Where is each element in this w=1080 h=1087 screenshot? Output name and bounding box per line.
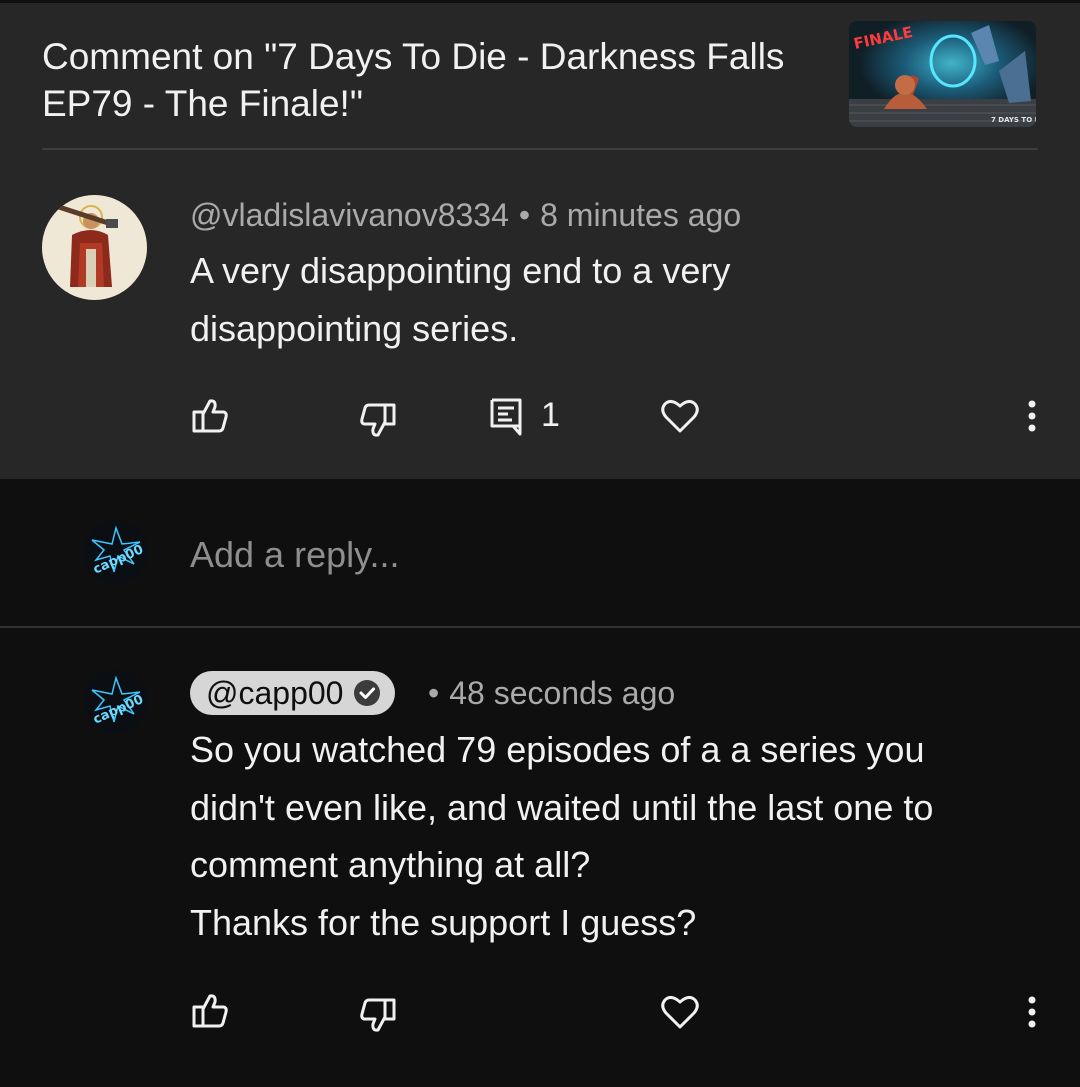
comment-line: A very disappointing end to a very [190,250,731,291]
avatar[interactable]: capp00 [84,670,148,734]
reply-count[interactable]: 1 [541,395,560,435]
more-icon [1028,400,1036,432]
more-icon [1028,996,1036,1028]
video-thumbnail[interactable]: FINALE 7 DAYS TO DIE [849,21,1036,127]
like-button[interactable] [186,391,234,439]
reply-input[interactable]: Add a reply... [190,533,399,577]
comment-meta: • 48 seconds ago [418,673,675,713]
timestamp: 8 minutes ago [540,197,742,233]
heart-button[interactable] [656,988,704,1036]
page-title: Comment on "7 Days To Die - Darkness Fal… [42,36,785,124]
more-options-button[interactable] [1016,396,1048,436]
comment-line: didn't even like, and waited until the l… [190,786,934,828]
dislike-button[interactable] [354,992,402,1040]
timestamp: 48 seconds ago [449,675,676,711]
author-chip[interactable]: @capp00 [190,671,396,715]
section-divider [0,626,1080,628]
more-options-button[interactable] [1016,992,1048,1032]
like-button[interactable] [186,986,234,1034]
heart-icon [661,399,699,433]
reply-icon [490,398,522,436]
comment-meta: @vladislavivanov8334 • 8 minutes ago [190,195,741,235]
reply-button[interactable] [484,394,528,438]
separator-dot: • [428,675,440,711]
author-handle[interactable]: @vladislavivanov8334 [190,197,509,233]
comment-line: comment anything at all? [190,844,591,885]
thumbnail-corner-label: 7 DAYS TO DIE [991,116,1036,124]
heart-icon [661,995,699,1029]
verified-check-icon [353,679,381,707]
dislike-button[interactable] [354,397,402,445]
like-icon [192,399,228,433]
avatar[interactable] [42,195,147,300]
dislike-icon [360,998,396,1032]
heart-button[interactable] [656,392,704,440]
author-handle: @capp00 [206,675,344,711]
like-icon [192,994,228,1028]
comment-line: So you watched 79 episodes of a a series… [190,729,925,770]
comment-line: disappointing series. [190,307,519,349]
add-reply-row [0,479,1080,626]
comment-body: So you watched 79 episodes of a a series… [190,721,933,951]
avatar: capp00 [84,520,148,584]
comment-body: A very disappointing end to a very disap… [190,242,730,357]
dislike-icon [360,403,396,437]
separator-dot: • [518,197,531,233]
header-divider [42,148,1038,150]
comment-line: Thanks for the support I guess? [190,901,697,943]
